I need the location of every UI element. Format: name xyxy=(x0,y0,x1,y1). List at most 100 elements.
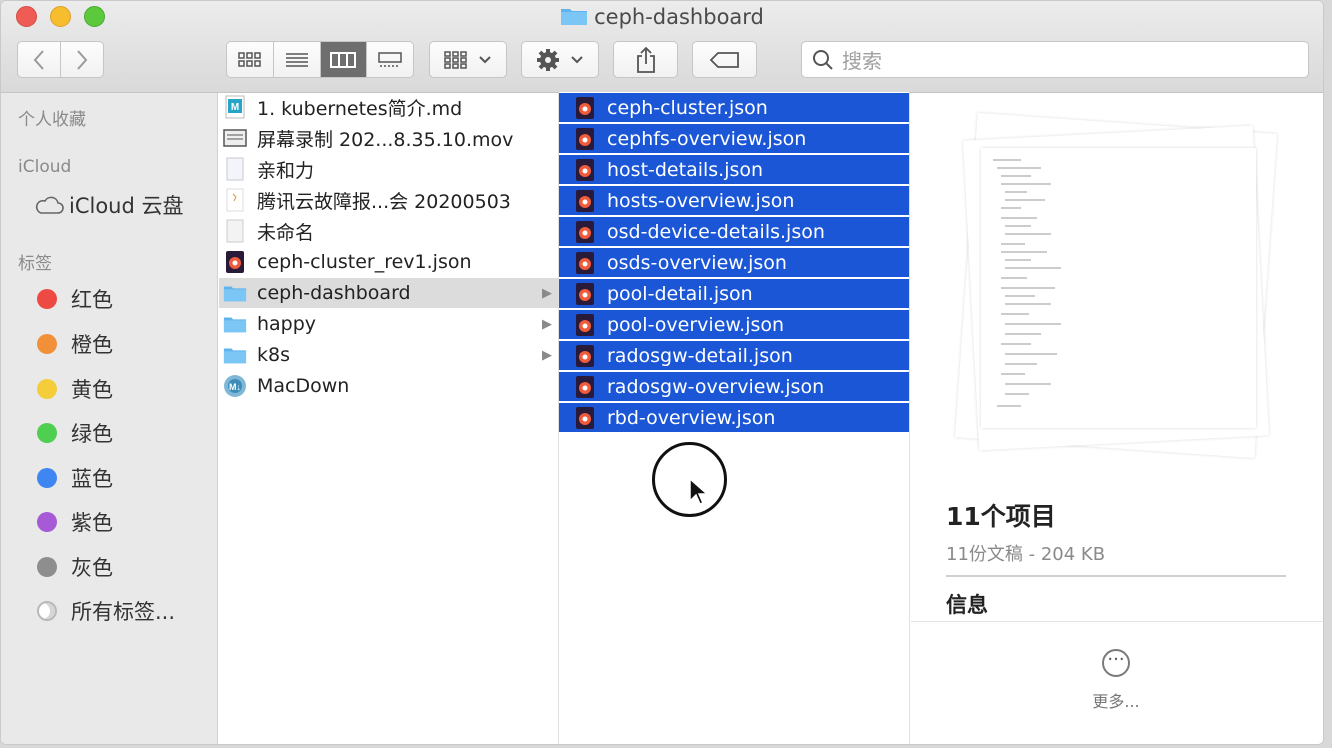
sidebar-all-tags[interactable]: 所有标签... xyxy=(37,596,175,626)
file-name: 屏幕录制 202...8.35.10.mov xyxy=(257,128,514,151)
file-name: radosgw-detail.json xyxy=(607,344,793,367)
favorites-header: 个人收藏 xyxy=(18,110,86,130)
json-file-icon xyxy=(573,251,597,275)
back-button[interactable] xyxy=(18,42,60,77)
file-name: 腾讯云故障报...会 20200503 xyxy=(257,190,511,213)
json-file-icon xyxy=(573,313,597,337)
file-row[interactable]: 未命名 xyxy=(219,216,558,246)
gallery-view-button[interactable] xyxy=(366,42,413,77)
info-header: 信息 xyxy=(946,593,988,617)
sidebar-tag-purple[interactable]: 紫色 xyxy=(37,507,113,537)
sidebar-tag-orange[interactable]: 橙色 xyxy=(37,329,113,359)
selected-file-row[interactable]: ceph-cluster.json xyxy=(559,92,909,122)
tags-button[interactable] xyxy=(692,41,757,78)
folder-icon xyxy=(223,312,247,336)
column-view-button[interactable] xyxy=(319,42,367,77)
icon-view-button[interactable] xyxy=(227,42,273,77)
sidebar-tag-yellow[interactable]: 黄色 xyxy=(37,374,113,404)
file-name: pool-overview.json xyxy=(607,313,785,336)
action-menu-button[interactable] xyxy=(521,41,599,78)
selected-file-row[interactable]: osds-overview.json xyxy=(559,247,909,277)
chevron-down-icon xyxy=(571,55,583,63)
folder-row[interactable]: happy ▶ xyxy=(219,309,558,339)
file-name: host-details.json xyxy=(607,158,764,181)
folder-row-selected[interactable]: ceph-dashboard ▶ xyxy=(219,278,558,308)
group-by-button[interactable] xyxy=(429,41,507,78)
document-icon xyxy=(223,188,247,212)
gray-tag-dot-icon xyxy=(37,557,57,577)
file-name: radosgw-overview.json xyxy=(607,375,825,398)
yellow-tag-dot-icon xyxy=(37,379,57,399)
document-thumbnail xyxy=(981,148,1256,428)
file-name: 未命名 xyxy=(257,221,315,244)
json-file-icon xyxy=(573,189,597,213)
divider xyxy=(911,621,1323,622)
forward-button[interactable] xyxy=(60,42,103,77)
file-name: osd-device-details.json xyxy=(607,220,825,243)
markdown-file-icon: M xyxy=(223,95,247,119)
folder-contents-column: ceph-cluster.json cephfs-overview.json hos… xyxy=(559,92,910,744)
green-tag-dot-icon xyxy=(37,423,57,443)
file-name: ceph-dashboard xyxy=(257,282,411,304)
sidebar-tag-blue[interactable]: 蓝色 xyxy=(37,463,113,493)
svg-text:M↓: M↓ xyxy=(229,382,241,392)
sidebar-item-label: iCloud 云盘 xyxy=(69,194,184,218)
json-file-icon xyxy=(573,406,597,430)
file-row[interactable]: ceph-cluster_rev1.json xyxy=(219,247,558,277)
sidebar-tag-green[interactable]: 绿色 xyxy=(37,418,113,448)
cloud-icon xyxy=(35,196,64,214)
search-placeholder: 搜索 xyxy=(842,49,882,73)
folder-icon xyxy=(223,343,247,367)
file-row[interactable]: 腾讯云故障报...会 20200503 xyxy=(219,185,558,215)
sidebar-item-icloud-drive[interactable]: iCloud 云盘 xyxy=(33,190,184,220)
share-icon xyxy=(636,46,655,73)
file-name: hosts-overview.json xyxy=(607,189,795,212)
sidebar-tag-red[interactable]: 红色 xyxy=(37,284,113,314)
json-file-icon xyxy=(223,250,247,274)
app-row[interactable]: M↓ MacDown xyxy=(219,371,558,401)
file-row[interactable]: 亲和力 xyxy=(219,154,558,184)
disclosure-arrow-icon: ▶ xyxy=(542,285,552,301)
json-file-icon xyxy=(573,220,597,244)
tag-label: 绿色 xyxy=(71,422,113,446)
chevron-right-icon xyxy=(77,49,88,70)
file-row[interactable]: 屏幕录制 202...8.35.10.mov xyxy=(219,123,558,153)
file-name: ceph-cluster_rev1.json xyxy=(257,251,472,273)
file-row[interactable]: M 1. kubernetes简介.md xyxy=(219,92,558,122)
share-button[interactable] xyxy=(613,41,678,78)
folder-icon xyxy=(560,6,588,31)
selected-file-row[interactable]: pool-detail.json xyxy=(559,278,909,308)
purple-tag-dot-icon xyxy=(37,512,57,532)
list-icon xyxy=(285,52,308,67)
disclosure-arrow-icon: ▶ xyxy=(542,316,552,332)
more-button-label[interactable]: 更多... xyxy=(1081,688,1151,712)
list-view-button[interactable] xyxy=(272,42,320,77)
search-field[interactable]: 搜索 xyxy=(801,41,1309,78)
file-name: k8s xyxy=(257,344,290,366)
tag-label: 紫色 xyxy=(71,511,113,535)
selected-file-row[interactable]: rbd-overview.json xyxy=(559,402,909,432)
json-file-icon xyxy=(573,127,597,151)
selected-file-row[interactable]: radosgw-overview.json xyxy=(559,371,909,401)
selected-file-row[interactable]: hosts-overview.json xyxy=(559,185,909,215)
file-name: pool-detail.json xyxy=(607,282,753,305)
tag-label: 蓝色 xyxy=(71,467,113,491)
more-icon[interactable]: ··· xyxy=(1102,649,1130,677)
selection-summary: 11份文稿 - 204 KB xyxy=(946,544,1106,565)
tag-label: 灰色 xyxy=(71,556,113,580)
selected-file-row[interactable]: host-details.json xyxy=(559,154,909,184)
view-mode-switcher xyxy=(226,41,414,78)
file-name: ceph-cluster.json xyxy=(607,96,768,119)
selected-file-row[interactable]: osd-device-details.json xyxy=(559,216,909,246)
group-grid-icon xyxy=(444,50,467,69)
sidebar-tag-gray[interactable]: 灰色 xyxy=(37,552,113,582)
grid-icon xyxy=(238,51,261,67)
folder-row[interactable]: k8s ▶ xyxy=(219,340,558,370)
selected-file-row[interactable]: pool-overview.json xyxy=(559,309,909,339)
json-file-icon xyxy=(573,158,597,182)
preview-pane: 11个项目 11份文稿 - 204 KB 信息 ··· 更多... xyxy=(911,93,1323,744)
selected-file-row[interactable]: cephfs-overview.json xyxy=(559,123,909,153)
gallery-icon xyxy=(378,51,402,67)
selected-file-row[interactable]: radosgw-detail.json xyxy=(559,340,909,370)
file-name: osds-overview.json xyxy=(607,251,787,274)
